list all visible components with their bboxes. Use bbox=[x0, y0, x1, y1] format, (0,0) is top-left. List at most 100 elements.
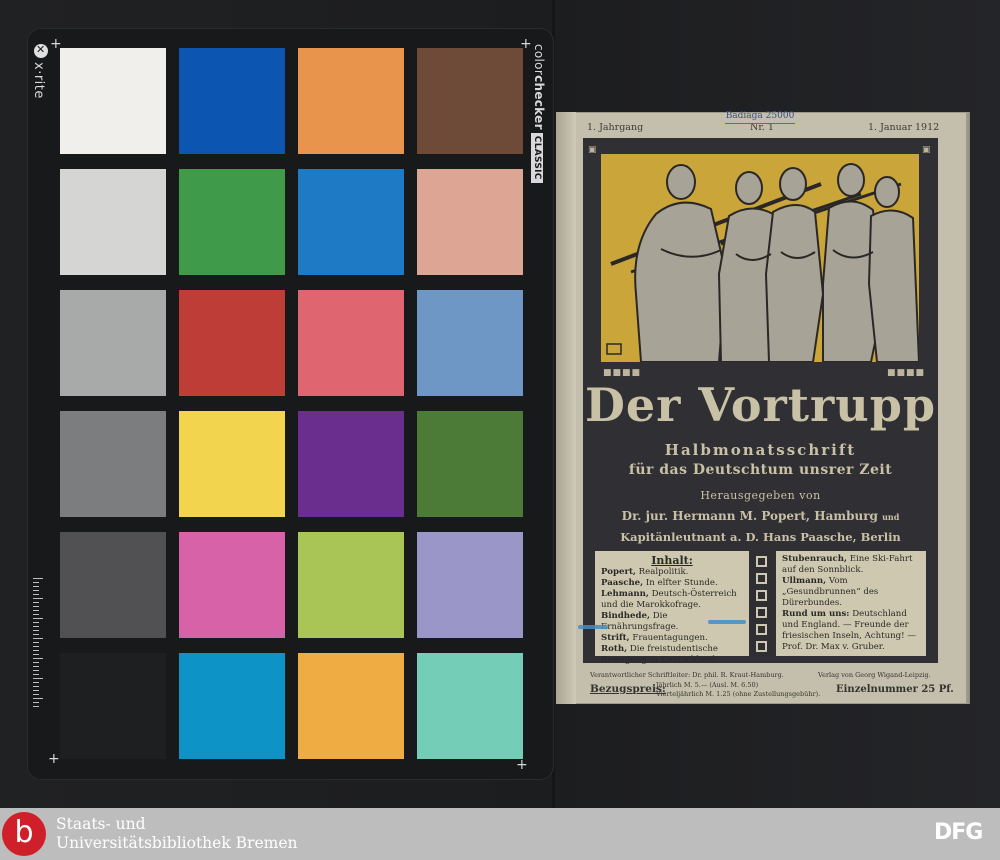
ruler-tick bbox=[33, 586, 39, 587]
ruler-tick bbox=[33, 634, 39, 635]
meander-square-icon bbox=[756, 641, 767, 652]
color-patch bbox=[417, 532, 523, 638]
ruler-tick bbox=[33, 706, 39, 707]
color-patch bbox=[60, 169, 166, 275]
color-patch bbox=[60, 290, 166, 396]
ornament-squares-left-icon: ■■■■ bbox=[603, 368, 642, 378]
registration-mark-top-right: + bbox=[520, 36, 532, 52]
contents-entry: Popert, Realpolitik. bbox=[601, 567, 743, 578]
contents-entry: Lehmann, Deutsch-Österreich und die Maro… bbox=[601, 589, 743, 611]
ruler-tick bbox=[33, 630, 39, 631]
ruler-tick bbox=[33, 622, 39, 623]
color-patch bbox=[298, 411, 404, 517]
price-yearly: Jährlich M. 5.— (Ausl. M. 6.50) bbox=[656, 681, 759, 689]
ruler-tick bbox=[33, 690, 39, 691]
publisher-line: Verlag von Georg Wigand-Leipzig. bbox=[818, 671, 931, 679]
meander-square-icon bbox=[756, 607, 767, 618]
contents-author: Lehmann, bbox=[601, 589, 649, 599]
issue-date: 1. Januar 1912 bbox=[868, 122, 940, 133]
contents-entry: Strift, Frauentagungen. bbox=[601, 633, 743, 644]
contents-entry: Ullmann, Vom „Gesundbrunnen“ des Dürerbu… bbox=[782, 576, 920, 609]
color-patch bbox=[298, 169, 404, 275]
ruler-tick bbox=[33, 618, 43, 619]
color-patch bbox=[179, 532, 285, 638]
library-logo-icon: b bbox=[2, 812, 46, 856]
ruler-tick bbox=[33, 650, 39, 651]
colorchecker-badge: CLASSIC bbox=[531, 132, 543, 183]
contents-author: Ullmann, bbox=[782, 576, 827, 586]
color-patch bbox=[179, 48, 285, 154]
color-patch bbox=[417, 653, 523, 759]
corner-ornament-icon: ▣ bbox=[588, 145, 598, 155]
colorchecker-bold: checker bbox=[532, 75, 546, 130]
ruler-tick bbox=[33, 638, 43, 639]
ruler-tick bbox=[33, 614, 39, 615]
contents-author: Paasche, bbox=[601, 578, 644, 588]
ruler-tick bbox=[33, 702, 39, 703]
contents-entry: Stubenrauch, Eine Ski-Fahrt auf den Sonn… bbox=[782, 554, 920, 576]
magazine-spine bbox=[556, 112, 576, 704]
price-quarterly: Vierteljährlich M. 1.25 (ohne Zustellung… bbox=[656, 690, 821, 698]
contents-author: Stubenrauch, bbox=[782, 554, 847, 564]
meander-square-icon bbox=[756, 624, 767, 635]
contents-right-box: Stubenrauch, Eine Ski-Fahrt auf den Sonn… bbox=[776, 551, 926, 656]
ruler-tick bbox=[33, 610, 39, 611]
single-issue-price: Einzelnummer 25 Pf. bbox=[836, 684, 954, 695]
ruler-tick bbox=[33, 666, 39, 667]
contents-title: Realpolitik. bbox=[635, 567, 689, 577]
meander-ornament bbox=[751, 551, 774, 656]
ruler-tick bbox=[33, 686, 39, 687]
color-patch bbox=[179, 290, 285, 396]
editor-2: Kapitänleutnant a. D. Hans Paasche, Berl… bbox=[620, 530, 901, 544]
magazine-title: Der Vortrupp bbox=[584, 378, 937, 432]
color-patch bbox=[417, 411, 523, 517]
contents-left-list: Popert, Realpolitik. Paasche, In elfter S… bbox=[601, 567, 743, 666]
color-patch bbox=[298, 290, 404, 396]
meander-square-icon bbox=[756, 556, 767, 567]
ruler-tick bbox=[33, 606, 39, 607]
library-name: Staats- und Universitätsbibliothek Breme… bbox=[56, 815, 297, 853]
ruler-tick bbox=[33, 678, 43, 679]
contents-heading: Inhalt: bbox=[651, 554, 693, 567]
meander-square-icon bbox=[756, 590, 767, 601]
ruler-tick bbox=[33, 646, 39, 647]
checker-ruler bbox=[33, 578, 45, 708]
color-patch bbox=[60, 411, 166, 517]
ruler-tick bbox=[33, 598, 43, 599]
color-patch bbox=[298, 532, 404, 638]
xrite-brand: x·rite bbox=[31, 62, 46, 99]
color-patch bbox=[298, 48, 404, 154]
ruler-tick bbox=[33, 642, 39, 643]
blue-pencil-mark bbox=[578, 625, 608, 629]
ruler-tick bbox=[33, 682, 39, 683]
library-name-line-1: Staats- und bbox=[56, 815, 146, 833]
blue-pencil-mark bbox=[708, 620, 746, 624]
ruler-tick bbox=[33, 654, 39, 655]
price-label: Bezugspreis: bbox=[590, 683, 666, 695]
contents-author: Strift, bbox=[601, 633, 630, 643]
colorchecker-label: colorchecker CLASSIC bbox=[531, 44, 546, 183]
registration-mark-bottom-right: + bbox=[516, 757, 528, 773]
ruler-tick bbox=[33, 594, 39, 595]
color-patch bbox=[60, 653, 166, 759]
contents-entry: Paasche, In elfter Stunde. bbox=[601, 578, 743, 589]
ruler-tick bbox=[33, 602, 39, 603]
editor-1: Dr. jur. Hermann M. Popert, Hamburg bbox=[621, 509, 878, 523]
color-patch bbox=[417, 290, 523, 396]
editor-1-line: Dr. jur. Hermann M. Popert, Hamburg und bbox=[583, 509, 938, 523]
colorchecker-prefix: color bbox=[532, 44, 546, 76]
editors-intro: Herausgegeben von bbox=[700, 489, 821, 502]
meander-square-icon bbox=[756, 573, 767, 584]
color-patch bbox=[179, 169, 285, 275]
xrite-logo-icon bbox=[34, 43, 48, 58]
ruler-tick bbox=[33, 694, 39, 695]
contents-right-list: Stubenrauch, Eine Ski-Fahrt auf den Sonn… bbox=[782, 554, 920, 653]
registration-mark-bottom-left: + bbox=[48, 751, 60, 767]
color-patch bbox=[179, 411, 285, 517]
dfg-logo: DFG bbox=[934, 820, 983, 845]
color-patch bbox=[417, 48, 523, 154]
contents-entry: Rund um uns: Deutschland und England. — … bbox=[782, 609, 920, 653]
color-patch bbox=[179, 653, 285, 759]
ruler-tick bbox=[33, 670, 39, 671]
contents-author: Roth, bbox=[601, 644, 628, 654]
